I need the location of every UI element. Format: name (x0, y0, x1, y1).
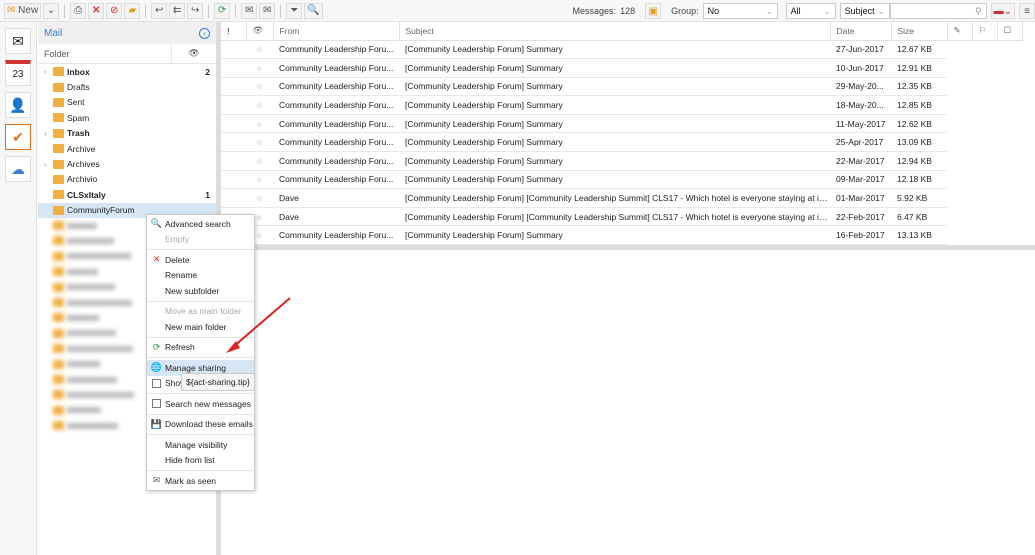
annotation-arrow (226, 297, 291, 353)
